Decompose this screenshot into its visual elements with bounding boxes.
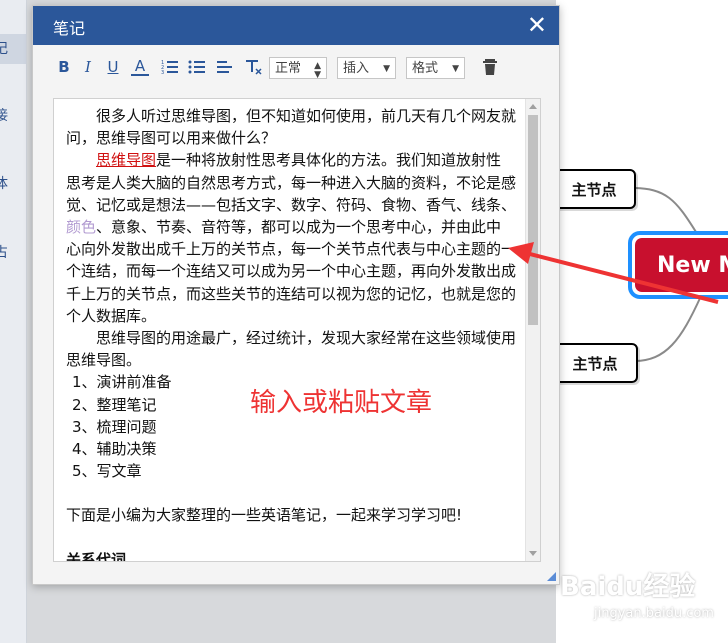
paragraph-format-select[interactable]: 正常 ▲ ▼ bbox=[269, 57, 327, 80]
bold-button[interactable]: B bbox=[55, 58, 73, 76]
mindmap-sub-node-top[interactable]: 主节点 bbox=[552, 169, 636, 209]
mindmap-sub-node-bottom[interactable]: 主节点 bbox=[552, 343, 638, 383]
insert-select[interactable]: 插入 ▼ bbox=[337, 57, 396, 79]
annotation-arrow-icon bbox=[508, 242, 719, 304]
note-paragraph: 下面是小编为大家整理的一些英语笔记，一起来学习学习吧! bbox=[66, 506, 463, 525]
note-paragraph: 思维导图的用途最广，经过统计，发现大家经常在这些领域使用思维导图。 bbox=[66, 329, 517, 370]
dialog-title: 笔记 bbox=[53, 19, 86, 38]
sidebar-item-other[interactable]: 占 bbox=[0, 241, 26, 265]
chevron-down-icon: ▼ bbox=[383, 64, 390, 74]
trash-icon[interactable] bbox=[482, 58, 500, 76]
italic-button[interactable]: I bbox=[79, 58, 97, 76]
note-paragraph: 很多人听过思维导图，但不知道如何使用，前几天有几个网友就问，思维导图可以用来做什… bbox=[66, 107, 517, 148]
sidebar-item-style[interactable]: 体 bbox=[0, 172, 26, 196]
scroll-down-icon[interactable] bbox=[529, 551, 537, 556]
close-icon[interactable]: ✕ bbox=[527, 11, 547, 39]
align-left-icon[interactable] bbox=[216, 58, 234, 76]
list-item: 5、写文章 bbox=[72, 462, 142, 481]
note-link[interactable]: 思维导图 bbox=[96, 151, 156, 169]
note-heading: 关系代词 bbox=[66, 550, 127, 562]
baidu-watermark-logo: Baidu经验 bbox=[560, 572, 696, 602]
mindmap-connectors bbox=[631, 187, 702, 362]
bullet-list-icon[interactable] bbox=[188, 58, 206, 76]
note-paragraph: 思维导图是一种将放射性思考具体化的方法。我们知道放射性思考是人类大脑的自然思考方… bbox=[66, 151, 517, 325]
baidu-watermark-url: jingyan.baidu.com bbox=[594, 606, 714, 621]
style-select[interactable]: 格式 ▼ bbox=[406, 57, 465, 79]
note-content: 很多人听过思维导图，但不知道如何使用，前几天有几个网友就问，思维导图可以用来做什… bbox=[66, 105, 517, 562]
notes-dialog: 笔记 ✕ B I U A 123 正常 ▲ ▼ 插入 ▼ 格式 ▼ 很多人听过思… bbox=[32, 5, 560, 585]
clear-format-icon[interactable] bbox=[245, 58, 263, 76]
editor-scrollbar[interactable] bbox=[525, 99, 540, 561]
note-editor[interactable]: 很多人听过思维导图，但不知道如何使用，前几天有几个网友就问，思维导图可以用来做什… bbox=[53, 98, 541, 562]
svg-text:3: 3 bbox=[161, 70, 164, 76]
editor-toolbar: B I U A 123 正常 ▲ ▼ 插入 ▼ 格式 ▼ bbox=[33, 52, 559, 84]
scroll-up-icon[interactable] bbox=[529, 104, 537, 109]
sidebar-item-notes[interactable]: 记 bbox=[0, 34, 26, 64]
resize-grip-icon[interactable] bbox=[547, 572, 556, 581]
annotation-text: 输入或粘贴文章 bbox=[250, 388, 433, 418]
list-item: 3、梳理问题 bbox=[72, 417, 157, 436]
dialog-header: 笔记 ✕ bbox=[33, 6, 559, 45]
stepper-icon: ▲ ▼ bbox=[314, 61, 321, 80]
sidebar-item-link[interactable]: 接 bbox=[0, 104, 26, 128]
underline-button[interactable]: U bbox=[104, 58, 122, 76]
chevron-down-icon: ▼ bbox=[452, 64, 459, 74]
left-sidebar: 记 接 体 占 bbox=[0, 0, 27, 643]
font-color-button[interactable]: A bbox=[131, 58, 149, 76]
ordered-list-icon[interactable]: 123 bbox=[161, 58, 179, 76]
list-item: 4、辅助决策 bbox=[72, 440, 157, 459]
